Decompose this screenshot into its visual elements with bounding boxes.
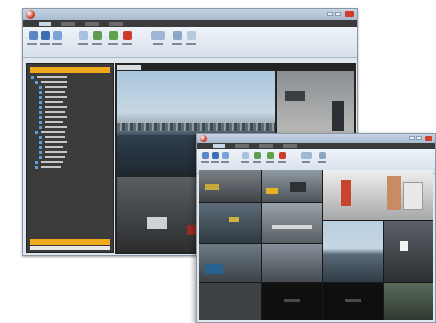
close-icon[interactable]	[425, 136, 432, 141]
tab-view[interactable]	[235, 144, 249, 148]
camera-feed-gate[interactable]	[199, 244, 261, 282]
tab-home[interactable]	[39, 21, 51, 26]
map-icon[interactable]	[173, 31, 182, 40]
camera-feed-door[interactable]	[384, 221, 433, 282]
camera-feed-corridor[interactable]	[199, 283, 261, 320]
tab-help[interactable]	[283, 144, 297, 148]
camera-feed-offline-1[interactable]	[262, 283, 322, 320]
monitor-icon[interactable]	[151, 31, 165, 40]
tab-view[interactable]	[61, 21, 75, 26]
camera-feed-highway[interactable]	[262, 203, 322, 243]
brand-logo-icon	[284, 299, 300, 302]
close-icon[interactable]	[345, 11, 354, 17]
export-icon[interactable]	[254, 152, 261, 159]
settings-icon[interactable]	[109, 31, 118, 40]
monitor-icon[interactable]	[301, 152, 312, 159]
minimize-icon[interactable]	[327, 12, 333, 16]
tab-tools[interactable]	[259, 144, 273, 148]
brand-logo-icon	[345, 299, 361, 302]
camera-feed-square[interactable]	[199, 203, 261, 243]
back-ribbon-tabs	[23, 20, 357, 27]
layout-icon[interactable]	[212, 152, 219, 159]
back-titlebar	[23, 9, 357, 20]
user-icon[interactable]	[187, 31, 196, 40]
export-icon[interactable]	[93, 31, 102, 40]
minimize-icon[interactable]	[409, 136, 415, 140]
tab-help[interactable]	[109, 21, 123, 26]
camera-feed-offline-2[interactable]	[323, 283, 383, 320]
alarm-icon[interactable]	[123, 31, 132, 40]
tab-home[interactable]	[213, 144, 225, 148]
tree-item[interactable]	[27, 165, 113, 170]
camera-icon[interactable]	[29, 31, 38, 40]
front-titlebar	[197, 134, 435, 143]
maximize-icon[interactable]	[416, 136, 422, 140]
camera-feed-street[interactable]	[199, 170, 261, 202]
record-icon[interactable]	[53, 31, 62, 40]
camera-feed-workshop[interactable]	[323, 170, 433, 220]
panel-footer-field[interactable]	[30, 246, 110, 250]
camera-feed-yard[interactable]	[262, 244, 322, 282]
front-window	[196, 133, 436, 323]
maximize-icon[interactable]	[335, 12, 341, 16]
camera-feed-garden[interactable]	[384, 283, 433, 320]
camera-feed-harbor[interactable]	[323, 221, 383, 282]
device-tree	[27, 75, 113, 170]
app-orb-icon[interactable]	[200, 135, 207, 142]
panel-footer-bar[interactable]	[30, 239, 110, 245]
device-tree-panel	[26, 63, 114, 253]
camera-grid	[199, 170, 433, 320]
viewer-tab[interactable]	[117, 65, 141, 70]
record-icon[interactable]	[222, 152, 229, 159]
playback-icon[interactable]	[79, 31, 88, 40]
app-orb-icon[interactable]	[26, 10, 35, 19]
camera-icon[interactable]	[202, 152, 209, 159]
playback-icon[interactable]	[242, 152, 249, 159]
tab-tools[interactable]	[85, 21, 99, 26]
map-icon[interactable]	[319, 152, 326, 159]
settings-icon[interactable]	[267, 152, 274, 159]
back-ribbon-toolbar	[23, 27, 357, 58]
camera-feed-intersection[interactable]	[262, 170, 322, 202]
layout-icon[interactable]	[41, 31, 50, 40]
alarm-icon[interactable]	[279, 152, 286, 159]
device-tree-header	[30, 67, 110, 73]
